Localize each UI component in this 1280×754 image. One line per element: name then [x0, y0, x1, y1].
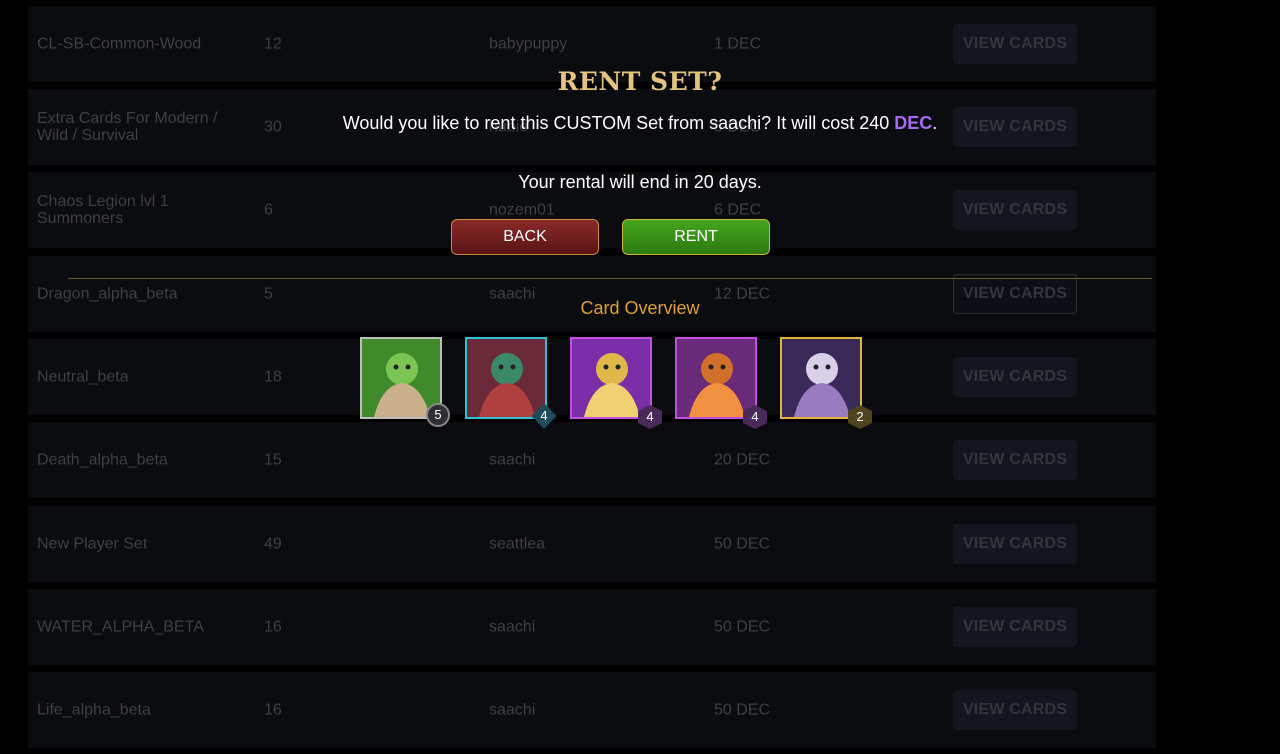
divider [68, 278, 1152, 279]
back-button[interactable]: BACK [451, 219, 599, 255]
dialog-title: RENT SET? [557, 67, 723, 96]
card-level-badge: 5 [426, 403, 450, 427]
card-thumbnail[interactable]: 4 [570, 337, 662, 429]
card-level-badge: 4 [531, 403, 557, 429]
currency-link[interactable]: DEC [894, 113, 932, 133]
rental-end-message: Your rental will end in 20 days. [518, 172, 762, 192]
rent-set-dialog: RENT SET? Would you like to rent this CU… [0, 0, 1280, 754]
undead-card-icon [362, 339, 440, 417]
golden-knight-card-icon [572, 339, 650, 417]
naga-card-icon [467, 339, 545, 417]
rent-message-end: . [932, 113, 938, 133]
card-thumbnail[interactable]: 2 [780, 337, 872, 429]
rent-button[interactable]: RENT [622, 219, 770, 255]
dragon-card-icon [782, 339, 860, 417]
card-thumbnail[interactable]: 5 [360, 337, 450, 427]
rent-message-text: Would you like to rent this CUSTOM Set f… [342, 113, 890, 133]
card-thumbnail[interactable]: 4 [675, 337, 767, 429]
card-thumbnail[interactable]: 4 [465, 337, 557, 429]
card-overview-heading: Card Overview [580, 298, 700, 318]
beast-card-icon [677, 339, 755, 417]
card-level-value: 4 [540, 408, 548, 423]
rent-message: Would you like to rent this CUSTOM Set f… [330, 110, 950, 136]
